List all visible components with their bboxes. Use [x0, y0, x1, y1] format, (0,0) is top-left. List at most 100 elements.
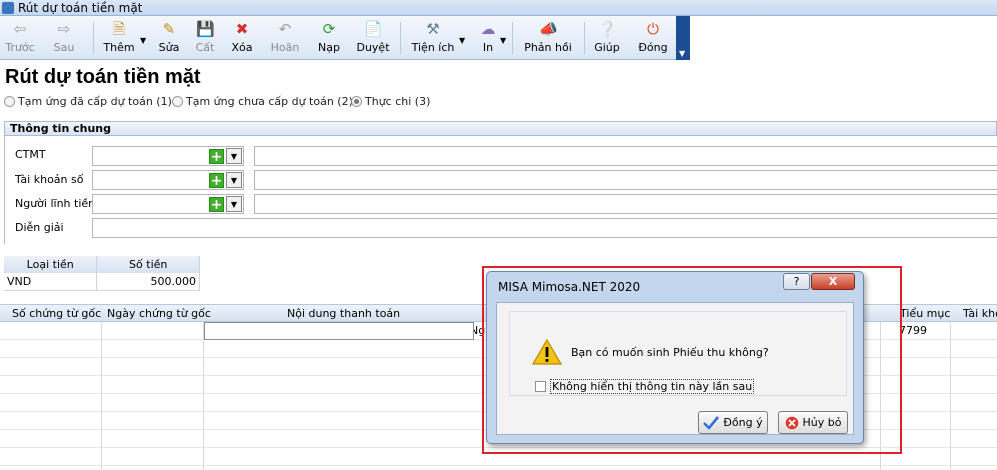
toolbar-separator: [93, 22, 94, 54]
close-button[interactable]: ⏻ Đóng: [634, 18, 672, 58]
add-icon[interactable]: +: [209, 173, 224, 188]
account-combo[interactable]: + ▼: [92, 170, 244, 190]
window-title: Rút dự toán tiền mặt: [18, 1, 143, 15]
ok-button[interactable]: Đồng ý: [698, 411, 768, 434]
ctmt-label: CTMT: [15, 148, 46, 161]
column-header-voucher-no[interactable]: Số chứng từ gốc: [12, 307, 101, 320]
save-button[interactable]: 💾 Cất: [190, 18, 220, 58]
cancel-icon: [785, 416, 798, 430]
dialog-message: Bạn có muốn sinh Phiếu thu không?: [571, 346, 769, 359]
radio-advance-allocated[interactable]: Tạm ứng đã cấp dự toán (1): [4, 95, 172, 108]
column-header-amount[interactable]: Số tiền: [96, 256, 200, 273]
dialog-help-button[interactable]: ?: [783, 273, 810, 290]
checkbox-icon[interactable]: [535, 381, 546, 392]
cancel-button[interactable]: Hủy bỏ: [778, 411, 848, 434]
undo-icon: ↶: [278, 20, 292, 38]
general-info-header: Thông tin chung: [4, 121, 997, 136]
general-info-form: CTMT + ▼ Tài khoản số + ▼ Người lĩnh tiề…: [4, 136, 997, 244]
radio-circle-icon: [172, 96, 183, 107]
column-header-content[interactable]: Nội dung thanh toán: [287, 307, 400, 320]
undo-button[interactable]: ↶ Hoãn: [266, 18, 304, 58]
table-row[interactable]: VND 500.000: [4, 273, 200, 291]
grid-cell-sub-item[interactable]: 7799: [899, 324, 927, 337]
help-button[interactable]: ❔ Giúp: [590, 18, 624, 58]
load-button[interactable]: ⟳ Nạp: [312, 18, 346, 58]
print-dropdown-caret[interactable]: ▼: [500, 36, 506, 45]
column-header-voucher-date[interactable]: Ngày chứng từ gốc: [107, 307, 211, 320]
printer-icon: ☁: [480, 20, 496, 38]
dont-show-again-checkbox[interactable]: Không hiển thị thông tin này lần sau: [535, 379, 755, 394]
toolbar-overflow-button[interactable]: ▼: [676, 16, 690, 60]
account-name-field[interactable]: [254, 170, 997, 190]
warning-icon: [532, 338, 562, 365]
table-header-row: Loại tiền Số tiền: [4, 256, 200, 273]
arrow-right-icon: ⇨: [57, 20, 71, 38]
currency-table: Loại tiền Số tiền VND 500.000: [4, 256, 200, 291]
approve-button[interactable]: 📄 Duyệt: [354, 18, 392, 58]
chevron-down-icon[interactable]: ▼: [226, 196, 242, 212]
next-button[interactable]: ⇨ Sau: [46, 18, 82, 58]
utilities-dropdown-caret[interactable]: ▼: [459, 36, 465, 45]
arrow-left-icon: ⇦: [13, 20, 27, 38]
save-icon: 💾: [196, 20, 215, 38]
receiver-name-field[interactable]: [254, 194, 997, 214]
edit-icon: ✎: [162, 20, 176, 38]
grid-column-divider: [950, 322, 951, 470]
amount-cell[interactable]: 500.000: [96, 273, 200, 291]
dialog-message-panel: Bạn có muốn sinh Phiếu thu không? Không …: [509, 311, 847, 396]
currency-cell[interactable]: VND: [4, 273, 98, 291]
add-icon[interactable]: +: [209, 197, 224, 212]
add-document-icon: 🗎: [112, 20, 126, 38]
add-button[interactable]: 🗎 Thêm: [100, 18, 138, 58]
delete-icon: ✖: [235, 20, 249, 38]
receiver-label: Người lĩnh tiền: [15, 197, 96, 210]
power-icon: ⏻: [647, 20, 659, 38]
radio-actual-spending[interactable]: Thực chi (3): [351, 95, 430, 108]
edit-button[interactable]: ✎ Sửa: [154, 18, 184, 58]
active-grid-cell[interactable]: [204, 322, 474, 340]
checkbox-label: Không hiển thị thông tin này lần sau: [550, 379, 755, 394]
add-icon[interactable]: +: [209, 149, 224, 164]
radio-selected-icon: [351, 96, 362, 107]
radio-advance-unallocated[interactable]: Tạm ứng chưa cấp dự toán (2): [172, 95, 353, 108]
delete-button[interactable]: ✖ Xóa: [227, 18, 257, 58]
account-label: Tài khoản số: [15, 173, 84, 186]
add-dropdown-caret[interactable]: ▼: [140, 36, 146, 45]
question-icon: ?: [793, 275, 800, 288]
ctmt-name-field[interactable]: [254, 146, 997, 166]
radio-circle-icon: [4, 96, 15, 107]
column-header-sub-item[interactable]: Tiểu mục: [900, 307, 950, 320]
dialog-body: Bạn có muốn sinh Phiếu thu không? Không …: [496, 302, 854, 435]
checkmark-icon: [703, 416, 720, 430]
description-field[interactable]: [92, 218, 997, 238]
column-header-currency[interactable]: Loại tiền: [4, 256, 98, 273]
grid-column-divider: [203, 322, 204, 470]
ctmt-combo[interactable]: + ▼: [92, 146, 244, 166]
column-header-account[interactable]: Tài kho: [963, 307, 997, 320]
chevron-down-icon[interactable]: ▼: [226, 148, 242, 164]
tools-icon: ⚒: [426, 20, 440, 38]
page-title: Rút dự toán tiền mặt: [5, 66, 201, 88]
window-title-bar: Rút dự toán tiền mặt: [0, 0, 997, 16]
feedback-button[interactable]: 📣 Phản hồi: [520, 18, 576, 58]
receiver-combo[interactable]: + ▼: [92, 194, 244, 214]
print-button[interactable]: ☁ In: [475, 18, 501, 58]
confirm-dialog: MISA Mimosa.NET 2020 ? X Bạn có muốn sin…: [486, 271, 864, 444]
document-icon: 📄: [364, 20, 383, 38]
back-button[interactable]: ⇦ Trước: [2, 18, 38, 58]
toolbar: ⇦ Trước ⇨ Sau 🗎 Thêm ▼ ✎ Sửa 💾 Cất ✖ Xóa…: [0, 16, 690, 60]
chevron-down-icon[interactable]: ▼: [226, 172, 242, 188]
toolbar-separator: [400, 22, 401, 54]
close-icon: X: [828, 275, 838, 288]
description-label: Diễn giải: [15, 221, 64, 234]
dialog-close-button[interactable]: X: [811, 273, 855, 290]
utilities-button[interactable]: ⚒ Tiện ích: [408, 18, 458, 58]
toolbar-separator: [584, 22, 585, 54]
overflow-icon: ▼: [679, 49, 686, 58]
refresh-icon: ⟳: [322, 20, 336, 38]
grid-column-divider: [101, 322, 102, 470]
app-icon: [2, 2, 14, 14]
dialog-title: MISA Mimosa.NET 2020: [498, 280, 641, 294]
megaphone-icon: 📣: [539, 20, 558, 38]
toolbar-separator: [512, 22, 513, 54]
